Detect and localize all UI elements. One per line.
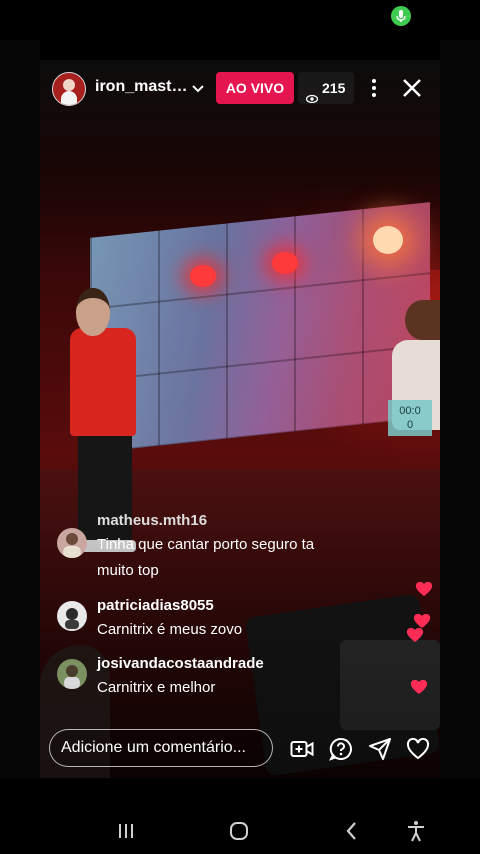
- stage-light: [190, 265, 216, 287]
- chevron-down-icon[interactable]: [190, 80, 206, 96]
- comment-username[interactable]: josivandacostaandrade: [97, 655, 264, 672]
- list-item: josivandacostaandrade Carnitrix e melhor: [57, 655, 407, 701]
- singer-figure: [76, 288, 110, 336]
- singer-figure: [70, 328, 136, 436]
- back-icon[interactable]: [340, 819, 364, 843]
- dj-figure: [405, 300, 440, 340]
- comment-text: Carnitrix é meus zovo: [97, 621, 243, 638]
- more-options-icon[interactable]: [366, 76, 382, 100]
- broadcaster-username[interactable]: iron_mast…: [95, 78, 187, 96]
- heart-icon[interactable]: [406, 737, 430, 761]
- live-badge: AO VIVO: [216, 72, 294, 104]
- question-icon[interactable]: [329, 737, 353, 761]
- add-video-icon[interactable]: [290, 737, 314, 761]
- comment-text: Tinha que cantar porto seguro ta: [97, 536, 315, 553]
- recent-apps-icon[interactable]: [114, 819, 138, 843]
- home-icon[interactable]: [227, 819, 251, 843]
- accessibility-icon[interactable]: [404, 819, 428, 843]
- comment-text: muito top: [97, 562, 159, 579]
- comment-text: Carnitrix e melhor: [97, 679, 216, 696]
- comment-input[interactable]: Adicione um comentário...: [49, 729, 273, 767]
- floating-hearts: [404, 578, 434, 698]
- eye-icon: [305, 83, 319, 104]
- stage-light: [272, 252, 298, 274]
- avatar[interactable]: [57, 659, 87, 689]
- microphone-icon: [391, 6, 411, 26]
- comment-username[interactable]: matheus.mth16: [97, 512, 207, 529]
- timer-overlay: 00:0 0: [388, 400, 432, 436]
- list-item: patriciadias8055 Carnitrix é meus zovo: [57, 597, 407, 643]
- live-header: iron_mast… AO VIVO 215: [40, 68, 440, 108]
- close-icon[interactable]: [400, 76, 424, 100]
- stage-light: [373, 226, 403, 254]
- avatar[interactable]: [52, 72, 86, 106]
- left-letterbox: [0, 40, 40, 778]
- right-letterbox: [440, 40, 480, 778]
- viewer-count-badge[interactable]: 215: [298, 72, 354, 104]
- list-item: matheus.mth16 Tinha que cantar porto seg…: [57, 512, 407, 584]
- avatar[interactable]: [57, 601, 87, 631]
- viewer-count: 215: [322, 80, 346, 96]
- share-icon[interactable]: [368, 737, 392, 761]
- comment-username[interactable]: patriciadias8055: [97, 597, 214, 614]
- status-bar: [0, 0, 480, 40]
- avatar[interactable]: [57, 528, 87, 558]
